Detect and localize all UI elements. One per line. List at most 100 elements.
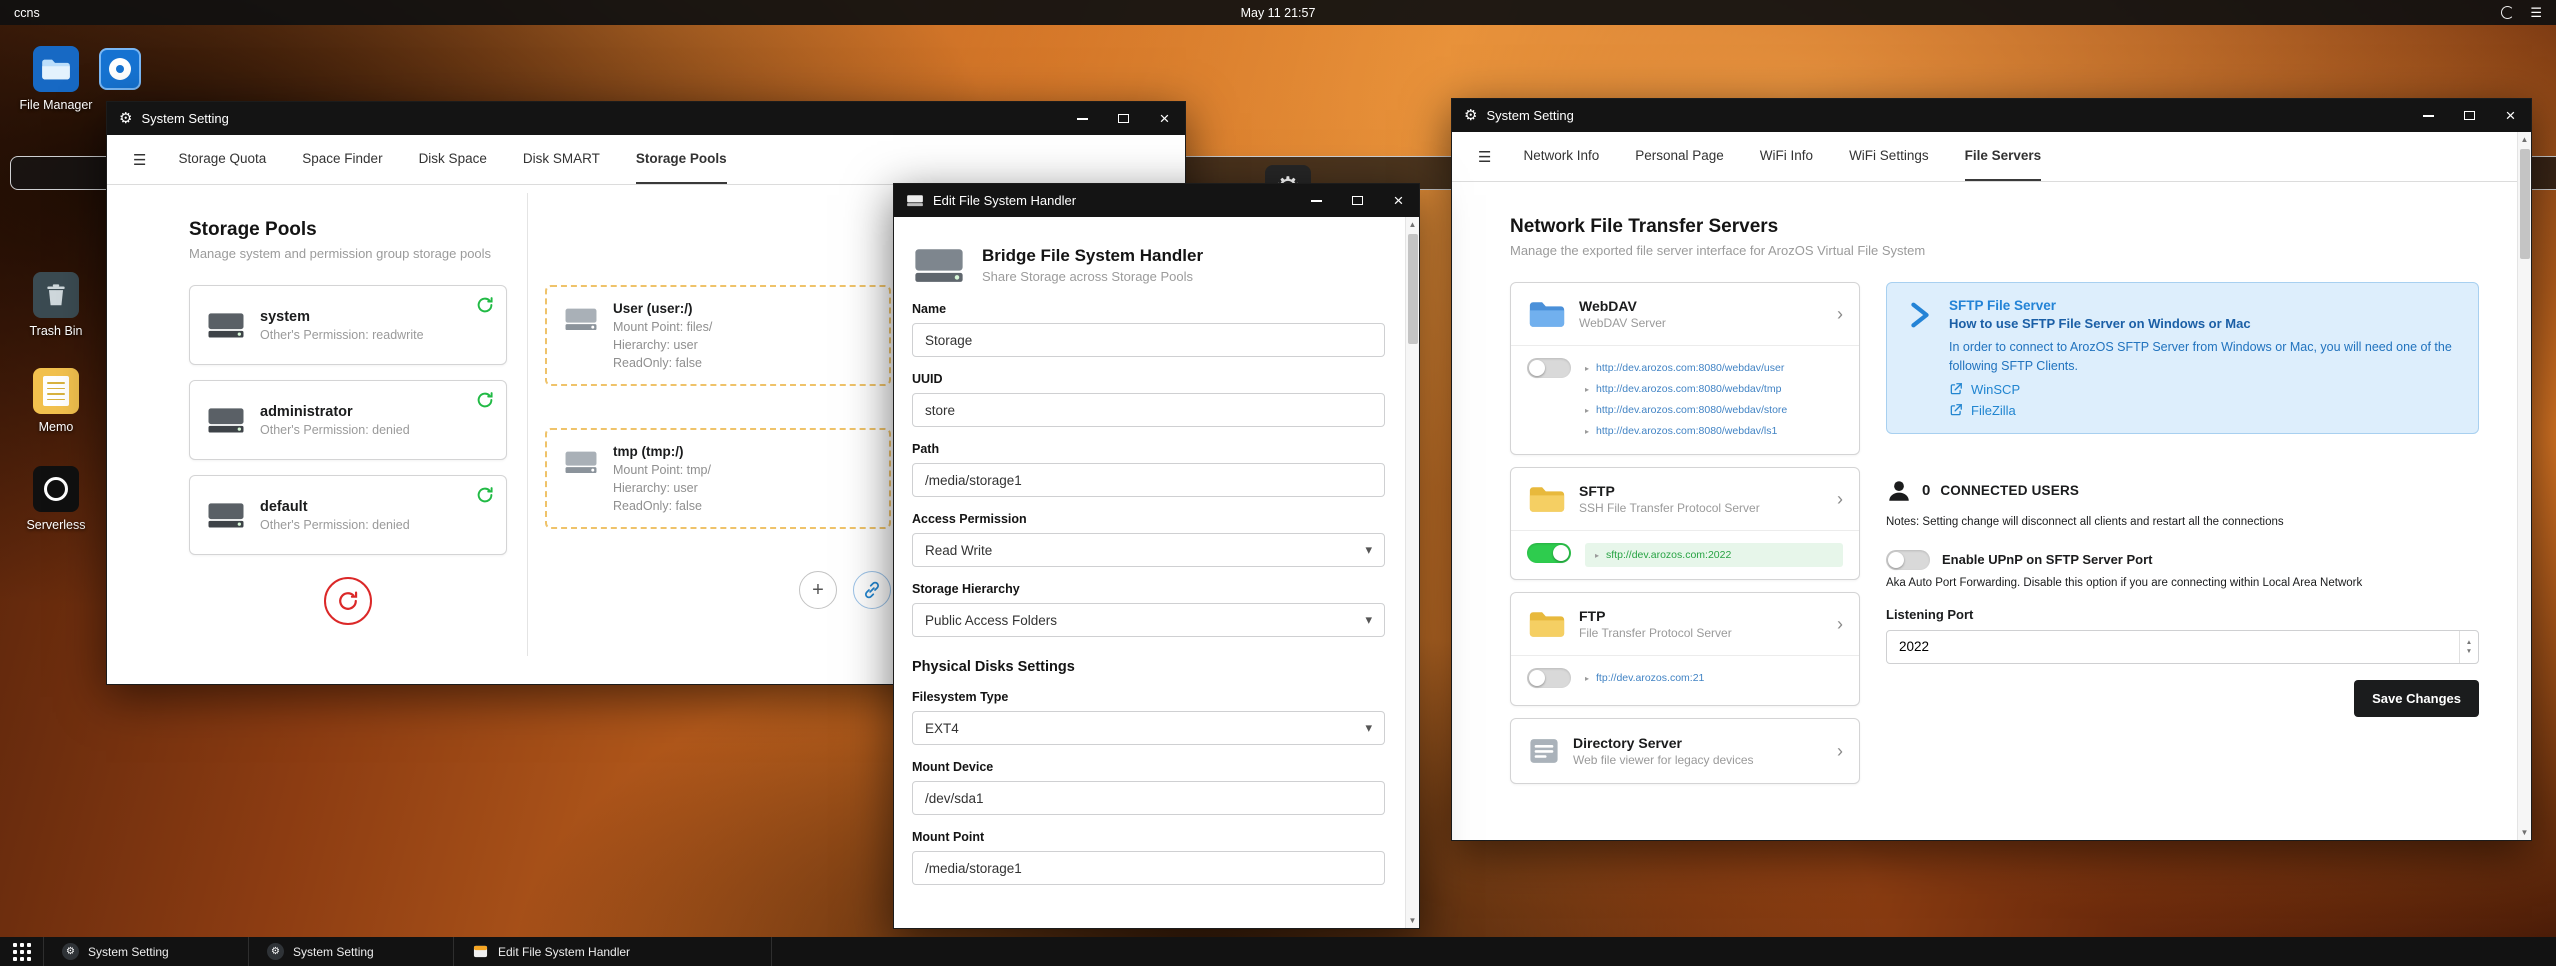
minimize-button[interactable] [1062, 102, 1103, 135]
webdav-link[interactable]: http://dev.arozos.com:8080/webdav/ls1 [1596, 421, 1777, 442]
refresh-pools-button[interactable] [324, 577, 372, 625]
sftp-link[interactable]: sftp://dev.arozos.com:2022 [1606, 549, 1731, 561]
window-scrollbar[interactable]: ▲ ▼ [2517, 132, 2531, 840]
scroll-up-icon[interactable]: ▲ [2521, 132, 2529, 147]
storage-pool-card[interactable]: system Other's Permission: readwrite [189, 285, 507, 365]
scroll-down-icon[interactable]: ▼ [1409, 913, 1417, 928]
app-launcher-button[interactable] [0, 937, 44, 966]
maximize-button[interactable] [1103, 102, 1144, 135]
taskbar-item-edit-file-system-handler[interactable]: Edit File System Handler [454, 937, 772, 966]
maximize-button[interactable] [1337, 184, 1378, 217]
stepper-down-icon[interactable]: ▼ [2466, 648, 2472, 655]
sftp-toggle[interactable] [1527, 543, 1571, 563]
listening-port-input[interactable] [1886, 629, 2479, 664]
sftp-server-card[interactable]: SFTP SSH File Transfer Protocol Server ›… [1510, 467, 1860, 580]
scroll-up-icon[interactable]: ▲ [1409, 217, 1417, 232]
window-titlebar[interactable]: ⚙ System Setting × [107, 102, 1185, 135]
scroll-down-icon[interactable]: ▼ [2521, 825, 2529, 840]
bullet-icon: ▸ [1585, 673, 1590, 683]
storage-hierarchy-select[interactable]: Public Access Folders ▾ [912, 603, 1385, 637]
mount-hierarchy: Hierarchy: user [613, 481, 698, 495]
directory-server-icon [1530, 739, 1558, 763]
scrollbar-thumb[interactable] [2519, 149, 2530, 259]
sftp-settings-panel: SFTP File Server How to use SFTP File Se… [1886, 282, 2479, 796]
tab-wifi-settings[interactable]: WiFi Settings [1849, 132, 1929, 181]
window-scrollbar[interactable]: ▲ ▼ [1405, 217, 1419, 928]
uuid-input[interactable] [912, 393, 1385, 427]
desktop-icon-trash-bin[interactable]: Trash Bin [14, 272, 98, 340]
mount-readonly: ReadOnly: false [613, 356, 702, 370]
field-label: UUID [912, 372, 943, 386]
tab-storage-quota[interactable]: Storage Quota [178, 135, 266, 184]
bridge-link-button[interactable] [853, 571, 891, 609]
minimize-button[interactable] [2408, 99, 2449, 132]
taskbar-item-system-setting-1[interactable]: ⚙ System Setting [44, 937, 249, 966]
upnp-toggle[interactable] [1886, 549, 1930, 570]
tab-disk-smart[interactable]: Disk SMART [523, 135, 600, 184]
mount-point-input[interactable] [912, 851, 1385, 885]
tab-network-info[interactable]: Network Info [1523, 132, 1599, 181]
close-button[interactable]: × [1144, 102, 1185, 135]
sync-pool-icon[interactable] [476, 486, 494, 504]
storage-pool-card[interactable]: administrator Other's Permission: denied [189, 380, 507, 460]
window-title: System Setting [1486, 108, 1574, 123]
tab-wifi-info[interactable]: WiFi Info [1760, 132, 1813, 181]
close-button[interactable]: × [1378, 184, 1419, 217]
topbar-menu-icon[interactable]: ☰ [2530, 6, 2542, 19]
sync-pool-icon[interactable] [476, 391, 494, 409]
ftp-toggle[interactable] [1527, 668, 1571, 688]
hamburger-icon[interactable]: ☰ [1478, 148, 1491, 166]
access-permission-select[interactable]: Read Write ▾ [912, 533, 1385, 567]
webdav-link[interactable]: http://dev.arozos.com:8080/webdav/store [1596, 400, 1787, 421]
webdav-toggle[interactable] [1527, 358, 1571, 378]
minimize-button[interactable] [1296, 184, 1337, 217]
add-mount-button[interactable]: + [799, 571, 837, 609]
desktop-icon-memo[interactable]: Memo [14, 368, 98, 436]
name-input[interactable] [912, 323, 1385, 357]
mount-device-input[interactable] [912, 781, 1385, 815]
chevron-right-icon[interactable]: › [1837, 741, 1843, 762]
sync-pool-icon[interactable] [476, 296, 494, 314]
ftp-server-card[interactable]: FTP File Transfer Protocol Server › ▸ ftp… [1510, 592, 1860, 706]
icon-label: Serverless [26, 518, 86, 532]
number-stepper[interactable]: ▲ ▼ [2459, 630, 2478, 663]
mounted-storage-card[interactable]: User (user:/) Mount Point: files/ Hierar… [545, 285, 891, 386]
chevron-right-icon[interactable]: › [1837, 614, 1843, 635]
stepper-up-icon[interactable]: ▲ [2466, 639, 2472, 646]
mounted-storage-card[interactable]: tmp (tmp:/) Mount Point: tmp/ Hierarchy:… [545, 428, 891, 529]
storage-pool-card[interactable]: default Other's Permission: denied [189, 475, 507, 555]
ftp-link[interactable]: ftp://dev.arozos.com:21 [1596, 668, 1704, 689]
webdav-server-card[interactable]: WebDAV WebDAV Server › ▸ http://dev.arozo… [1510, 282, 1860, 455]
hamburger-icon[interactable]: ☰ [133, 151, 146, 169]
desktop-icon-disc[interactable] [96, 48, 144, 90]
page-subtitle: Manage the exported file server interfac… [1510, 243, 1926, 258]
window-titlebar[interactable]: Edit File System Handler × [894, 184, 1419, 217]
tab-space-finder[interactable]: Space Finder [302, 135, 382, 184]
caret-down-icon: ▾ [1365, 612, 1372, 627]
chevron-right-icon[interactable]: › [1837, 489, 1843, 510]
scrollbar-thumb[interactable] [1407, 234, 1418, 344]
webdav-link[interactable]: http://dev.arozos.com:8080/webdav/tmp [1596, 379, 1781, 400]
tab-personal-page[interactable]: Personal Page [1635, 132, 1724, 181]
tab-bar: ☰ Storage Quota Space Finder Disk Space … [107, 135, 1185, 185]
section-title: Physical Disks Settings [912, 659, 1075, 675]
desktop-icon-serverless[interactable]: Serverless [14, 466, 98, 534]
directory-server-card[interactable]: Directory Server Web file viewer for leg… [1510, 718, 1860, 784]
taskbar-item-system-setting-2[interactable]: ⚙ System Setting [249, 937, 454, 966]
desktop-icon-file-manager[interactable]: File Manager [14, 46, 98, 114]
chevron-right-icon[interactable]: › [1837, 304, 1843, 325]
ftp-folder-icon [1529, 611, 1565, 637]
filesystem-type-select[interactable]: EXT4 ▾ [912, 711, 1385, 745]
maximize-button[interactable] [2449, 99, 2490, 132]
tab-disk-space[interactable]: Disk Space [419, 135, 487, 184]
tab-storage-pools[interactable]: Storage Pools [635, 135, 727, 184]
save-changes-button[interactable]: Save Changes [2354, 679, 2479, 717]
tab-file-servers[interactable]: File Servers [1964, 132, 2042, 181]
webdav-link[interactable]: http://dev.arozos.com:8080/webdav/user [1596, 358, 1784, 379]
close-button[interactable]: × [2490, 99, 2531, 132]
path-input[interactable] [912, 463, 1385, 497]
window-titlebar[interactable]: ⚙ System Setting × [1452, 99, 2531, 132]
filezilla-link[interactable]: FileZilla [1949, 403, 2460, 418]
tab-bar: ☰ Network Info Personal Page WiFi Info W… [1452, 132, 2531, 182]
winscp-link[interactable]: WinSCP [1949, 382, 2460, 397]
